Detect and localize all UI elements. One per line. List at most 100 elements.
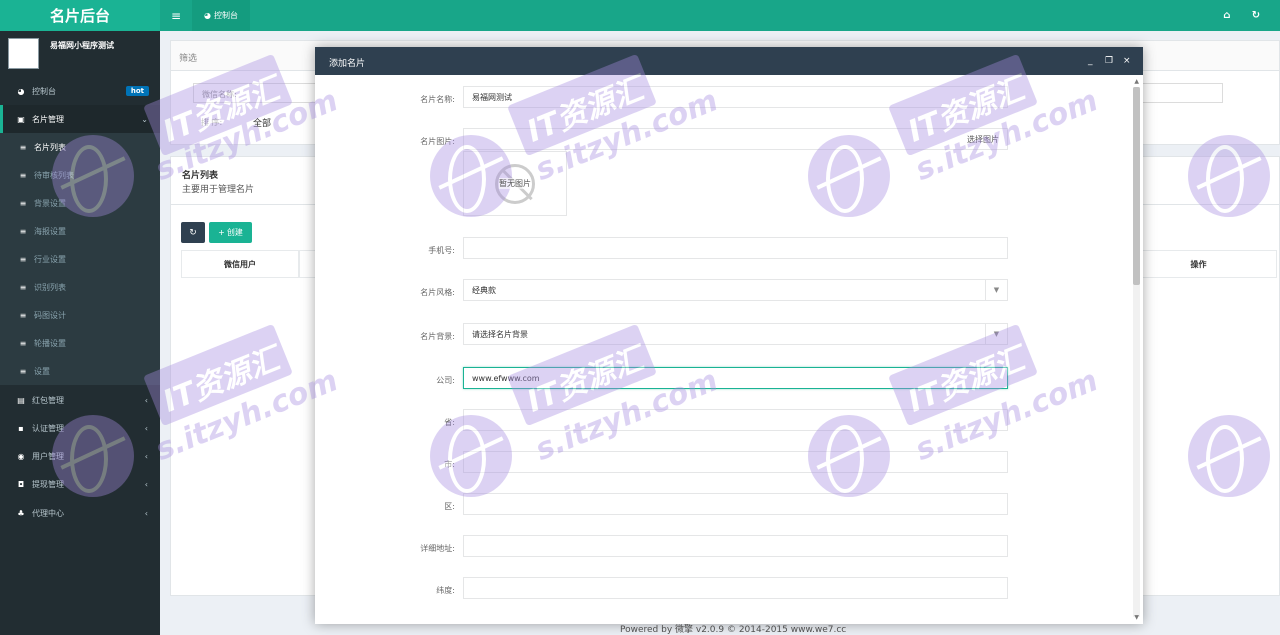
- sidebar-item-label: 行业设置: [34, 254, 66, 264]
- list-icon: ≡: [19, 170, 27, 180]
- sidebar-item-red-packet[interactable]: ▤ 红包管理 ‹: [0, 386, 160, 414]
- card-background-value: 请选择名片背景: [472, 329, 528, 339]
- scroll-up-icon[interactable]: ▲: [1134, 78, 1139, 85]
- city-label: 市:: [444, 460, 455, 469]
- modal-title: 添加名片: [329, 59, 366, 69]
- modal-header: 添加名片: [315, 47, 1143, 75]
- dashboard-icon: ◕: [204, 11, 211, 20]
- maximize-icon[interactable]: ❐: [1105, 47, 1113, 75]
- address-input[interactable]: [463, 535, 1008, 557]
- list-icon: ≡: [19, 366, 27, 376]
- sidebar-item-settings[interactable]: ≡ 设置: [0, 357, 160, 385]
- home-icon[interactable]: ⌂: [1219, 0, 1235, 31]
- table-header-wechat-user: 微信用户: [181, 250, 299, 278]
- close-icon[interactable]: ×: [1123, 47, 1131, 75]
- list-icon: ≡: [19, 338, 27, 348]
- card-style-select[interactable]: 经典款 ▼: [463, 279, 1008, 301]
- sidebar-item-dashboard[interactable]: ◕ 控制台 hot: [0, 77, 160, 105]
- card-name-input[interactable]: 易福网测试: [463, 86, 1008, 108]
- sidebar-item-poster-settings[interactable]: ≡ 海报设置: [0, 217, 160, 245]
- create-button[interactable]: + 创建: [209, 222, 252, 243]
- profile-name: 易福网小程序测试: [50, 41, 114, 50]
- sidebar-item-pending-list[interactable]: ≡ 待审核列表: [0, 161, 160, 189]
- phone-label: 手机号:: [428, 246, 455, 255]
- user-profile: 易福网小程序测试: [0, 31, 160, 77]
- sidebar-item-users[interactable]: ◉ 用户管理 ‹: [0, 442, 160, 470]
- minimize-icon[interactable]: _: [1088, 47, 1093, 75]
- brand-logo: 名片后台: [0, 0, 160, 31]
- district-input[interactable]: [463, 493, 1008, 515]
- table-header-actions: 操作: [1120, 250, 1277, 278]
- sidebar-item-withdrawal[interactable]: ◘ 提现管理 ‹: [0, 470, 160, 498]
- card-style-label: 名片风格:: [420, 288, 455, 297]
- sidebar-item-label: 待审核列表: [34, 170, 74, 180]
- card-list-title: 名片列表: [182, 171, 219, 181]
- chevron-left-icon: ‹: [144, 451, 148, 461]
- red-packet-icon: ▤: [17, 395, 25, 405]
- sitemap-icon: ♣: [17, 508, 25, 518]
- create-label: 创建: [226, 228, 243, 237]
- card-image-input[interactable]: 选择图片: [463, 128, 1008, 150]
- sort-option-all[interactable]: 全部: [253, 116, 271, 129]
- company-input[interactable]: www.efwww.com: [463, 367, 1008, 389]
- refresh-icon[interactable]: ↻: [1248, 0, 1264, 31]
- money-icon: ◘: [17, 479, 25, 489]
- add-card-modal: 添加名片 _ ❐ × 名片名称: 易福网测试 名片图片: 选择图片 暂无图片 手…: [315, 47, 1143, 624]
- sidebar-item-code-design[interactable]: ≡ 码图设计: [0, 301, 160, 329]
- sidebar-item-label: 码图设计: [34, 310, 66, 320]
- chevron-left-icon: ‹: [144, 508, 148, 518]
- chevron-down-icon: ▼: [985, 280, 1007, 300]
- latitude-input[interactable]: [463, 577, 1008, 599]
- card-background-select[interactable]: 请选择名片背景 ▼: [463, 323, 1008, 345]
- sidebar-item-label: 名片管理: [32, 114, 64, 124]
- sidebar-item-card-list[interactable]: ≡ 名片列表: [0, 133, 160, 161]
- hot-badge: hot: [125, 86, 149, 96]
- sidebar-item-label: 识别列表: [34, 282, 66, 292]
- sidebar-item-background-settings[interactable]: ≡ 背景设置: [0, 189, 160, 217]
- list-icon: ≡: [19, 254, 27, 264]
- address-label: 详细地址:: [420, 544, 455, 553]
- sidebar-item-carousel-settings[interactable]: ≡ 轮播设置: [0, 329, 160, 357]
- plus-icon: +: [218, 228, 225, 237]
- sidebar-item-recognition-list[interactable]: ≡ 识别列表: [0, 273, 160, 301]
- district-label: 区:: [444, 502, 455, 511]
- id-card-icon: ▣: [17, 114, 25, 124]
- card-image-label: 名片图片:: [420, 137, 455, 146]
- sidebar-item-label: 海报设置: [34, 226, 66, 236]
- chevron-down-icon: ⌄: [141, 114, 148, 124]
- wechat-name-label: 微信名称:: [202, 90, 237, 99]
- sidebar-item-industry-settings[interactable]: ≡ 行业设置: [0, 245, 160, 273]
- image-preview: 暂无图片: [463, 151, 567, 216]
- sidebar-item-verification[interactable]: ▪ 认证管理 ‹: [0, 414, 160, 442]
- card-list-subtitle: 主要用于管理名片: [182, 185, 255, 195]
- chevron-left-icon: ‹: [144, 479, 148, 489]
- sidebar-item-label: 设置: [34, 366, 50, 376]
- tab-dashboard[interactable]: ◕ 控制台: [192, 0, 250, 31]
- sort-label: 排 序:: [201, 118, 223, 127]
- modal-scrollbar[interactable]: [1133, 87, 1140, 617]
- scrollbar-thumb[interactable]: [1133, 87, 1140, 285]
- company-label: 公司:: [436, 376, 455, 385]
- tab-dashboard-label: 控制台: [213, 11, 238, 20]
- verify-icon: ▪: [18, 423, 24, 433]
- user-icon: ◉: [17, 451, 25, 461]
- scroll-down-icon[interactable]: ▼: [1134, 614, 1139, 621]
- phone-input[interactable]: [463, 237, 1008, 259]
- avatar: [8, 38, 39, 69]
- city-input[interactable]: [463, 451, 1008, 473]
- top-navbar: 名片后台 ≡ ◕ 控制台 ⌂ ↻: [0, 0, 1280, 31]
- refresh-button[interactable]: ↻: [181, 222, 205, 243]
- sidebar-item-label: 背景设置: [34, 198, 66, 208]
- no-image-text: 暂无图片: [499, 178, 531, 189]
- sidebar-item-agent-center[interactable]: ♣ 代理中心 ‹: [0, 499, 160, 527]
- menu-toggle-icon[interactable]: ≡: [166, 0, 186, 31]
- card-name-label: 名片名称:: [420, 95, 455, 104]
- province-input[interactable]: [463, 409, 1008, 431]
- card-background-label: 名片背景:: [420, 332, 455, 341]
- select-image-button[interactable]: 选择图片: [967, 134, 999, 145]
- sidebar-item-card-management[interactable]: ▣ 名片管理 ⌄: [0, 105, 160, 133]
- wechat-name-field[interactable]: 微信名称:: [193, 83, 323, 103]
- sidebar-item-label: 用户管理: [32, 451, 64, 461]
- card-style-value: 经典款: [472, 285, 496, 295]
- dashboard-icon: ◕: [17, 86, 25, 96]
